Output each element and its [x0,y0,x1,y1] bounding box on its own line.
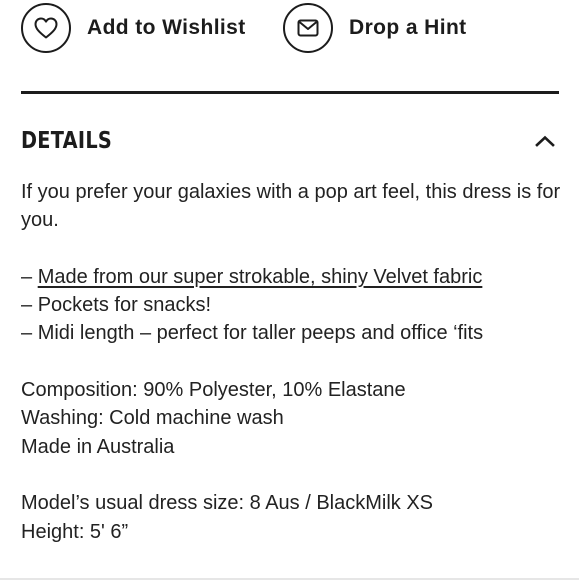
feature-item: – Midi length – perfect for taller peeps… [21,319,561,347]
composition-text: Composition: 90% Polyester, 10% Elastane [21,379,406,402]
chevron-up-icon[interactable] [533,129,557,153]
drop-a-hint-button[interactable]: Drop a Hint [283,0,467,58]
details-intro: If you prefer your galaxies with a pop a… [21,181,561,232]
model-size-text: Model’s usual dress size: 8 Aus / BlackM… [21,492,434,515]
bullet-prefix: – [21,322,38,345]
model-height-text: Height: 5' 6” [21,520,129,543]
section-divider [21,91,559,94]
product-actions: Add to Wishlist Drop a Hint [21,0,558,58]
add-to-wishlist-button[interactable]: Add to Wishlist [21,0,246,58]
feature-item: – Made from our super strokable, shiny V… [21,263,561,291]
bullet-prefix: – [21,265,38,288]
heart-icon [21,3,71,53]
washing-text: Washing: Cold machine wash [21,407,284,430]
envelope-icon [283,3,333,53]
bullet-prefix: – [21,294,38,317]
details-title: DETAILS [21,128,113,154]
wishlist-label: Add to Wishlist [87,16,246,39]
hint-label: Drop a Hint [349,16,467,39]
origin-text: Made in Australia [21,435,175,458]
details-content: If you prefer your galaxies with a pop a… [21,178,561,546]
feature-text: Midi length – perfect for taller peeps a… [37,322,484,345]
feature-item: – Pockets for snacks! [21,291,561,319]
details-accordion-header[interactable]: DETAILS [21,118,559,164]
feature-text: Pockets for snacks! [37,294,212,317]
velvet-fabric-link[interactable]: Made from our super strokable, shiny Vel… [38,266,483,288]
